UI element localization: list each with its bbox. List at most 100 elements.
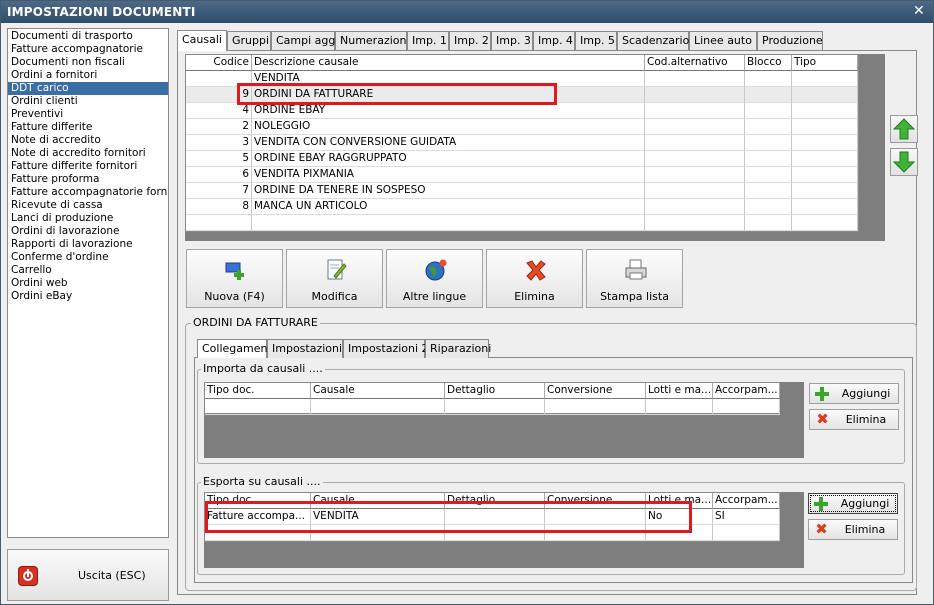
document-type-item[interactable]: Documenti non fiscali (8, 56, 168, 69)
table-cell[interactable] (205, 399, 311, 415)
grid-column-header[interactable]: Codice (186, 55, 252, 71)
edit-button[interactable]: Modifica (286, 249, 383, 308)
import-delete-button[interactable]: ✖ Elimina (809, 409, 899, 430)
document-type-item[interactable]: Conferme d'ordine (8, 251, 168, 264)
grid-column-header[interactable]: Accorpam... (713, 383, 780, 399)
subtab-impostazioni-2[interactable]: Impostazioni 2 (343, 339, 429, 358)
document-type-item[interactable]: Documenti di trasporto (8, 30, 168, 43)
tab-imp-3[interactable]: Imp. 3 (491, 31, 533, 50)
export-delete-button[interactable]: ✖ Elimina (808, 519, 898, 540)
table-cell[interactable] (445, 399, 545, 415)
document-type-item[interactable]: Ordini di lavorazione (8, 225, 168, 238)
tab-gruppi[interactable]: Gruppi (227, 31, 271, 50)
document-type-item[interactable]: Fatture differite (8, 121, 168, 134)
table-cell (792, 151, 858, 167)
settings-window: IMPOSTAZIONI DOCUMENTI ✕ Documenti di tr… (0, 0, 934, 605)
table-row[interactable]: 7 ORDINE DA TENERE IN SOSPESO (186, 183, 858, 199)
document-type-item[interactable]: DDT carico (8, 82, 168, 95)
document-type-item[interactable]: Preventivi (8, 108, 168, 121)
document-type-item[interactable]: Ordini web (8, 277, 168, 290)
grid-column-header[interactable]: Descrizione causale (252, 55, 645, 71)
tab-imp-4[interactable]: Imp. 4 (533, 31, 575, 50)
table-cell[interactable] (311, 399, 445, 415)
tab-numerazioni[interactable]: Numerazioni (335, 31, 410, 50)
table-cell[interactable] (713, 525, 780, 541)
table-cell (745, 183, 792, 199)
subtab-impostazioni[interactable]: Impostazioni (267, 339, 343, 358)
document-type-item[interactable]: Lanci di produzione (8, 212, 168, 225)
grid-column-header[interactable]: Tipo (792, 55, 858, 71)
document-type-item[interactable]: Note di accredito (8, 134, 168, 147)
arrow-down-icon (892, 151, 916, 173)
document-type-item[interactable]: Ordini eBay (8, 290, 168, 303)
exit-button[interactable]: Uscita (ESC) (7, 549, 169, 601)
tab-produzione[interactable]: Produzione (757, 31, 823, 50)
document-type-item[interactable]: Rapporti di lavorazione (8, 238, 168, 251)
document-type-item[interactable]: Ricevute di cassa (8, 199, 168, 212)
table-row[interactable]: 3 VENDITA CON CONVERSIONE GUIDATA (186, 135, 858, 151)
move-down-button[interactable] (890, 148, 918, 176)
window-title: IMPOSTAZIONI DOCUMENTI ✕ (1, 1, 933, 23)
grid-column-header[interactable]: Accorpam... (713, 493, 780, 509)
subtab-riparazioni[interactable]: Riparazioni (425, 339, 491, 358)
document-type-item[interactable]: Ordini a fornitori (8, 69, 168, 82)
table-row[interactable]: 4 ORDINE EBAY (186, 103, 858, 119)
table-cell (792, 119, 858, 135)
table-cell (792, 167, 858, 183)
subtab-collegamenti[interactable]: Collegamenti (197, 339, 275, 358)
table-cell: 6 (186, 167, 252, 183)
document-type-item[interactable]: Fatture accompagnatorie fornito (8, 186, 168, 199)
new-button[interactable]: Nuova (F4) (186, 249, 283, 308)
grid-column-header[interactable]: Dettaglio (445, 383, 545, 399)
table-row[interactable]: 8 MANCA UN ARTICOLO (186, 199, 858, 215)
tab-imp-5[interactable]: Imp. 5 (575, 31, 617, 50)
table-cell: 8 (186, 199, 252, 215)
document-type-item[interactable]: Fatture differite fornitori (8, 160, 168, 173)
tab-campi-agg[interactable]: Campi agg. (271, 31, 339, 50)
table-cell[interactable] (646, 399, 713, 415)
table-row[interactable]: 6 VENDITA PIXMANIA (186, 167, 858, 183)
table-cell (645, 119, 745, 135)
table-row[interactable]: 5 ORDINE EBAY RAGGRUPPATO (186, 151, 858, 167)
grid-column-header[interactable]: Blocco (745, 55, 792, 71)
grid-column-header[interactable]: Causale (311, 383, 445, 399)
grid-column-header[interactable]: Conversione (545, 383, 646, 399)
document-type-item[interactable]: Ordini clienti (8, 95, 168, 108)
print-list-button[interactable]: Stampa lista (586, 249, 683, 308)
import-add-button[interactable]: Aggiungi (809, 383, 899, 404)
table-cell (745, 87, 792, 103)
tab-imp-1[interactable]: Imp. 1 (407, 31, 449, 50)
table-row[interactable]: 2 NOLEGGIO (186, 119, 858, 135)
table-cell[interactable]: SI (713, 509, 780, 525)
grid-column-header[interactable]: Cod.alternativo (645, 55, 745, 71)
table-cell[interactable] (713, 399, 780, 415)
tab-causali[interactable]: Causali (177, 30, 227, 51)
delete-button[interactable]: Elimina (486, 249, 583, 308)
tab-linee-auto[interactable]: Linee auto (689, 31, 757, 50)
document-type-list[interactable]: Documenti di trasporto Fatture accompagna… (7, 28, 169, 538)
document-type-item[interactable]: Fatture proforma (8, 173, 168, 186)
tab-scadenzario[interactable]: Scadenzario (617, 31, 689, 50)
new-button-label: Nuova (F4) (204, 290, 265, 303)
table-cell (792, 215, 858, 231)
table-row[interactable] (186, 215, 858, 231)
delete-x-icon: ✖ (816, 410, 829, 428)
table-cell[interactable] (545, 399, 646, 415)
languages-button[interactable]: Altre lingue (386, 249, 483, 308)
close-icon[interactable]: ✕ (911, 3, 927, 19)
causali-grid[interactable]: Codice Descrizione causale Cod.alternativo… (185, 54, 859, 232)
move-up-button[interactable] (890, 115, 918, 143)
grid-column-header[interactable]: Lotti e ma... (646, 383, 713, 399)
tab-imp-2[interactable]: Imp. 2 (449, 31, 491, 50)
globe-icon (425, 259, 447, 281)
grid-column-header[interactable]: Tipo doc. (205, 383, 311, 399)
import-grid[interactable]: Tipo doc. Causale Dettaglio Conversione Lott… (204, 382, 780, 415)
document-type-item[interactable]: Note di accredito fornitori (8, 147, 168, 160)
table-cell (645, 167, 745, 183)
table-cell: VENDITA PIXMANIA (252, 167, 645, 183)
document-type-item[interactable]: Carrello (8, 264, 168, 277)
delete-x-icon (526, 260, 546, 281)
document-type-item[interactable]: Fatture accompagnatorie (8, 43, 168, 56)
table-cell: VENDITA CON CONVERSIONE GUIDATA (252, 135, 645, 151)
export-add-button[interactable]: Aggiungi (808, 493, 898, 514)
